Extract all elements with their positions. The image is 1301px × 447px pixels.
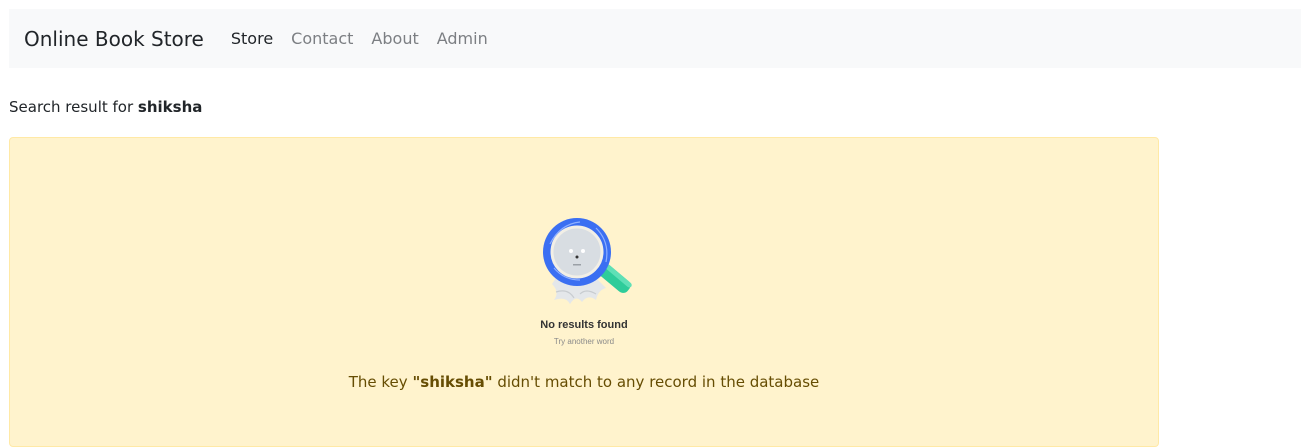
alert-key: "shiksha" (412, 373, 493, 391)
nav-link-admin[interactable]: Admin (437, 29, 488, 48)
navbar: Online Book Store Store Contact About Ad… (9, 9, 1301, 68)
alert-message: The key "shiksha" didn't match to any re… (10, 373, 1158, 391)
nav-link-about[interactable]: About (371, 29, 418, 48)
no-results-alert: No results found Try another word The ke… (9, 137, 1159, 447)
alert-suffix: didn't match to any record in the databa… (497, 373, 820, 391)
search-result-prefix: Search result for (9, 98, 134, 116)
magnifier-empty-face-icon (543, 218, 632, 304)
no-results-title: No results found (540, 319, 628, 331)
alert-prefix: The key (348, 373, 408, 391)
search-result-heading: Search result for shiksha (9, 98, 202, 116)
nav-link-contact[interactable]: Contact (291, 29, 353, 48)
search-query: shiksha (137, 98, 203, 116)
no-results-subtitle: Try another word (553, 337, 615, 346)
nav-link-store[interactable]: Store (231, 29, 273, 48)
navbar-brand[interactable]: Online Book Store (24, 27, 204, 51)
